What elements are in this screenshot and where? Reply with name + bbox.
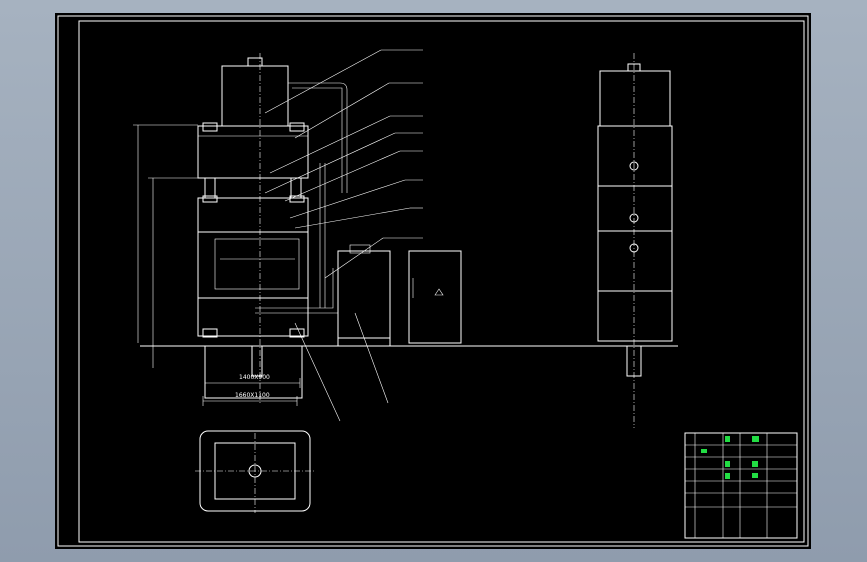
outer-border <box>57 15 809 547</box>
leader-lines <box>264 49 423 422</box>
dim-inner-width: 1400X900 <box>239 374 270 381</box>
side-view <box>590 53 678 428</box>
title-block <box>684 432 798 539</box>
dim-main-width: 1660X1100 <box>235 392 270 399</box>
front-view <box>140 53 678 403</box>
dimensions <box>133 124 301 406</box>
plan-view <box>195 430 315 513</box>
drawing-sheet: 1660X1100 1400X900 <box>55 13 811 549</box>
cad-viewport[interactable]: 1660X1100 1400X900 <box>0 0 867 562</box>
cad-drawing: 1660X1100 1400X900 <box>57 15 809 547</box>
